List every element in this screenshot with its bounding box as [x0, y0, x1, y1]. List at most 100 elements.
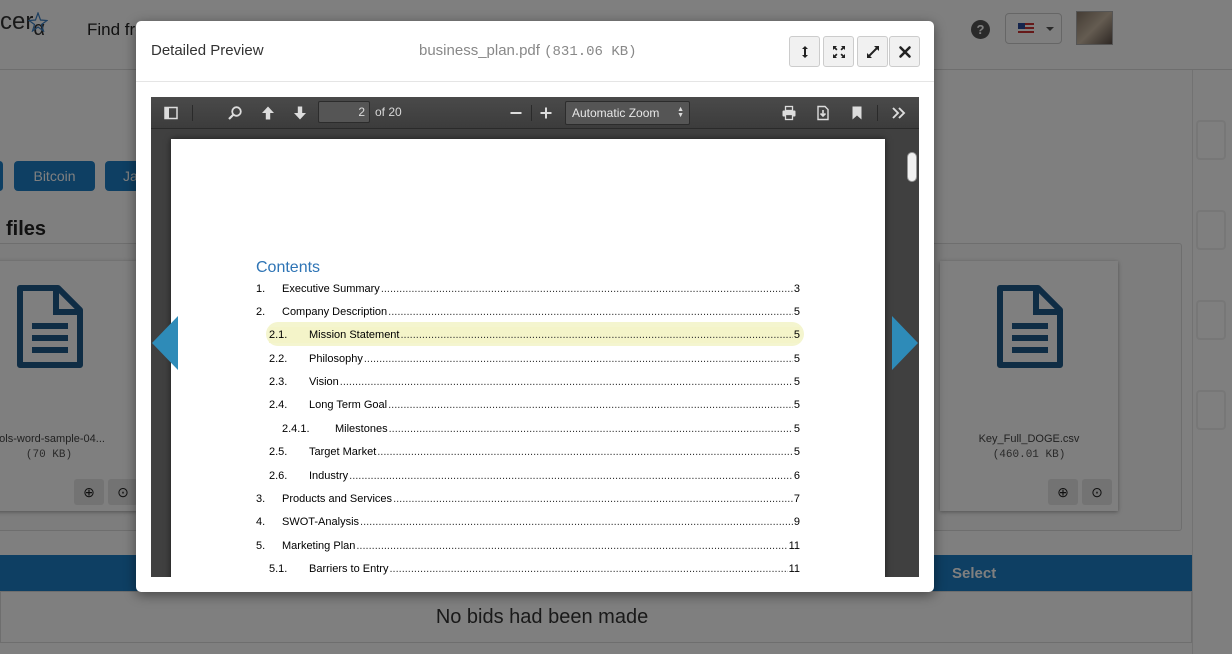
zoom-select[interactable]: Automatic Zoom ▲ ▼ [565, 101, 690, 125]
toc-entry-page: 5 [792, 444, 800, 460]
toc-entry-number: 3. [256, 493, 266, 505]
toc-leader-dots: ........................................… [377, 446, 793, 458]
toc-entry-page: 11 [787, 561, 800, 577]
toc-leader-dots: ........................................… [356, 540, 788, 552]
page-count: of 20 [375, 105, 402, 119]
scrollbar-thumb[interactable] [907, 152, 917, 182]
print-button[interactable] [778, 102, 800, 124]
toc-entry-number: 1. [256, 283, 266, 295]
expand-icon [866, 45, 879, 58]
toc-entry-number: 2.3. [269, 376, 288, 388]
print-icon [782, 105, 796, 121]
tools-button[interactable] [888, 102, 910, 124]
pdf-toolbar: 2 of 20 Automatic Zoom ▲ ▼ [151, 97, 919, 129]
close-button[interactable] [889, 36, 920, 67]
toc-entry-label: SWOT-Analysis [282, 514, 361, 530]
toc-entry-number: 5. [256, 540, 266, 552]
toc-entry[interactable]: 2.1. Mission Statement...................… [269, 327, 800, 343]
modal-header: Detailed Preview business_plan.pdf (831.… [136, 21, 934, 82]
toc-leader-dots: ........................................… [363, 353, 793, 365]
toc-entry[interactable]: 2.6. Industry............................… [269, 468, 800, 484]
toc-entry-number: 2.4.1. [282, 423, 310, 435]
toc-entry[interactable]: 2.5. Target Market.......................… [269, 444, 800, 460]
toc-leader-dots: ........................................… [360, 516, 793, 528]
pdf-viewer: 2 of 20 Automatic Zoom ▲ ▼ Contents 1. E… [151, 97, 919, 577]
toc-entry-label: Philosophy [309, 351, 364, 367]
toc-entry-page: 11 [787, 538, 800, 554]
search-icon [228, 106, 242, 120]
page-number-input[interactable]: 2 [318, 101, 370, 123]
toc-entry-page: 5 [792, 304, 800, 320]
arrow-up-icon [262, 106, 274, 120]
toc-entry[interactable]: 2. Company Description...................… [256, 304, 800, 320]
toolbar-separator [192, 105, 193, 121]
pdf-page: Contents 1. Executive Summary............… [171, 139, 885, 577]
toc-entry-page: 7 [792, 491, 800, 507]
toc-entry-number: 2.4. [269, 399, 288, 411]
toc-entry-page: 5 [792, 327, 800, 343]
sidebar-toggle-icon [164, 106, 178, 120]
toc-entry-number: 5.1. [269, 563, 288, 575]
select-arrows-icon: ▲ ▼ [677, 106, 684, 119]
fit-height-button[interactable] [789, 36, 820, 67]
file-size: (831.06 KB) [544, 44, 637, 60]
file-name: business_plan.pdf [419, 42, 540, 59]
toc-title: Contents [256, 259, 321, 276]
fit-height-icon [801, 45, 808, 58]
toc-entry[interactable]: 1. Executive Summary.....................… [256, 281, 800, 297]
double-chevron-right-icon [892, 107, 906, 119]
previous-file-arrow-icon[interactable] [152, 316, 180, 370]
download-button[interactable] [812, 102, 834, 124]
toc-entry[interactable]: 2.4.1. Milestones........................… [282, 421, 800, 437]
toc-leader-dots: ........................................… [388, 306, 793, 318]
toc-entry-number: 2. [256, 306, 266, 318]
zoom-in-button[interactable] [535, 102, 557, 124]
next-page-button[interactable] [289, 102, 311, 124]
toc-entry-page: 5 [792, 351, 800, 367]
toc-entry[interactable]: 5.1. Barriers to Entry...................… [269, 561, 800, 577]
toc-leader-dots: ........................................… [389, 563, 787, 575]
toc-entry[interactable]: 4. SWOT-Analysis.........................… [256, 514, 800, 530]
toc-leader-dots: ........................................… [400, 329, 792, 341]
toc-entry-label: Target Market [309, 444, 378, 460]
toc-entry-number: 2.2. [269, 353, 288, 365]
modal-title: Detailed Preview [151, 42, 264, 59]
toolbar-separator [531, 105, 532, 121]
toc-entry-label: Barriers to Entry [309, 561, 390, 577]
toc-leader-dots: ........................................… [388, 399, 793, 411]
toc-leader-dots: ........................................… [380, 283, 793, 295]
toc-entry[interactable]: 2.3. Vision..............................… [269, 374, 800, 390]
toc-entry-label: Long Term Goal [309, 397, 389, 413]
toc-entry-number: 4. [256, 516, 266, 528]
next-file-arrow-icon[interactable] [890, 316, 918, 370]
toc-entry-page: 3 [792, 281, 800, 297]
toc-entry-label: Products and Services [282, 491, 394, 507]
download-icon [817, 105, 829, 121]
toc-entry-label: Company Description [282, 304, 389, 320]
toc-leader-dots: ........................................… [388, 423, 793, 435]
find-button[interactable] [224, 102, 246, 124]
sidebar-toggle-button[interactable] [160, 102, 182, 124]
toc-entry[interactable]: 2.2. Philosophy..........................… [269, 351, 800, 367]
toc-entry-page: 5 [792, 397, 800, 413]
bookmark-button[interactable] [846, 102, 868, 124]
zoom-select-value: Automatic Zoom [572, 106, 660, 120]
toc-entry-number: 2.6. [269, 470, 288, 482]
toc-entry-number: 2.1. [269, 329, 288, 341]
toc-entry[interactable]: 3. Products and Services.................… [256, 491, 800, 507]
previous-page-button[interactable] [257, 102, 279, 124]
toc-entry[interactable]: 2.4. Long Term Goal......................… [269, 397, 800, 413]
toc-entry-label: Industry [309, 468, 350, 484]
toc-leader-dots: ........................................… [339, 376, 793, 388]
toc-entry-label: Vision [309, 374, 340, 390]
zoom-out-button[interactable] [505, 102, 527, 124]
fullscreen-button[interactable] [823, 36, 854, 67]
toc-leader-dots: ........................................… [349, 470, 793, 482]
toc-entry[interactable]: 5. Marketing Plan........................… [256, 538, 800, 554]
toc-entry-number: 2.5. [269, 446, 288, 458]
toc-entry-page: 6 [792, 468, 800, 484]
toc-entry-page: 5 [792, 421, 800, 437]
toc-entry-label: Executive Summary [282, 281, 381, 297]
expand-button[interactable] [857, 36, 888, 67]
plus-icon [540, 107, 552, 119]
